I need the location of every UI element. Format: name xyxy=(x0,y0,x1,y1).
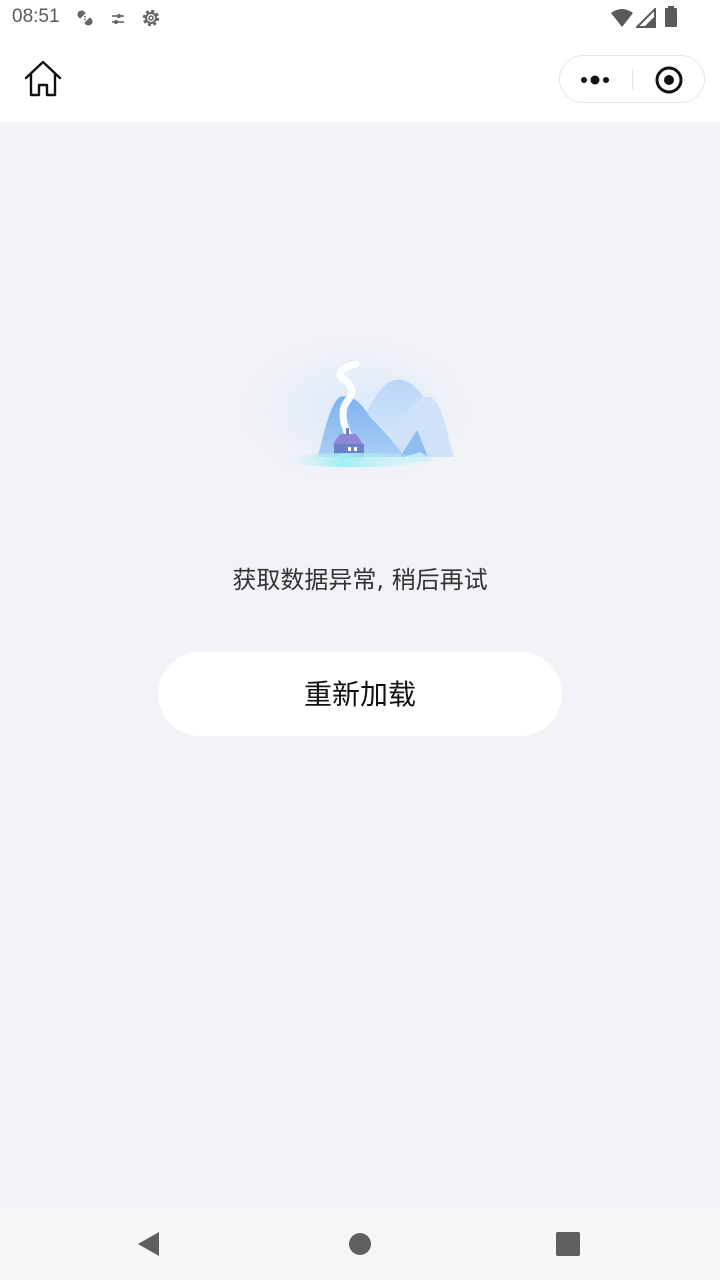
home-nav-button[interactable] xyxy=(342,1226,378,1262)
mini-program-nav-bar xyxy=(0,36,720,122)
bandage-icon xyxy=(74,7,96,33)
wifi-icon xyxy=(610,8,634,32)
target-close-icon xyxy=(655,66,683,94)
close-button[interactable] xyxy=(633,56,704,102)
mountain-house-illustration xyxy=(230,312,480,482)
settings-gear-icon xyxy=(140,7,162,33)
back-triangle-icon xyxy=(138,1232,159,1256)
home-icon xyxy=(24,60,62,97)
system-nav-bar xyxy=(0,1208,720,1280)
status-bar: 08:51 xyxy=(0,0,720,36)
capsule-menu xyxy=(559,55,705,103)
status-time: 08:51 xyxy=(12,6,60,27)
back-button[interactable] xyxy=(132,1226,168,1262)
main-content: 获取数据异常, 稍后再试 重新加载 xyxy=(0,122,720,1208)
battery-icon xyxy=(664,6,678,32)
reload-button[interactable]: 重新加载 xyxy=(158,652,562,736)
home-circle-icon xyxy=(349,1233,371,1255)
recents-button[interactable] xyxy=(550,1226,586,1262)
recents-square-icon xyxy=(556,1232,580,1256)
more-dots-icon xyxy=(581,75,609,85)
home-button[interactable] xyxy=(22,58,64,100)
more-button[interactable] xyxy=(560,56,632,102)
tune-icon xyxy=(110,11,126,30)
error-message: 获取数据异常, 稍后再试 xyxy=(232,566,488,594)
signal-icon xyxy=(634,6,656,32)
